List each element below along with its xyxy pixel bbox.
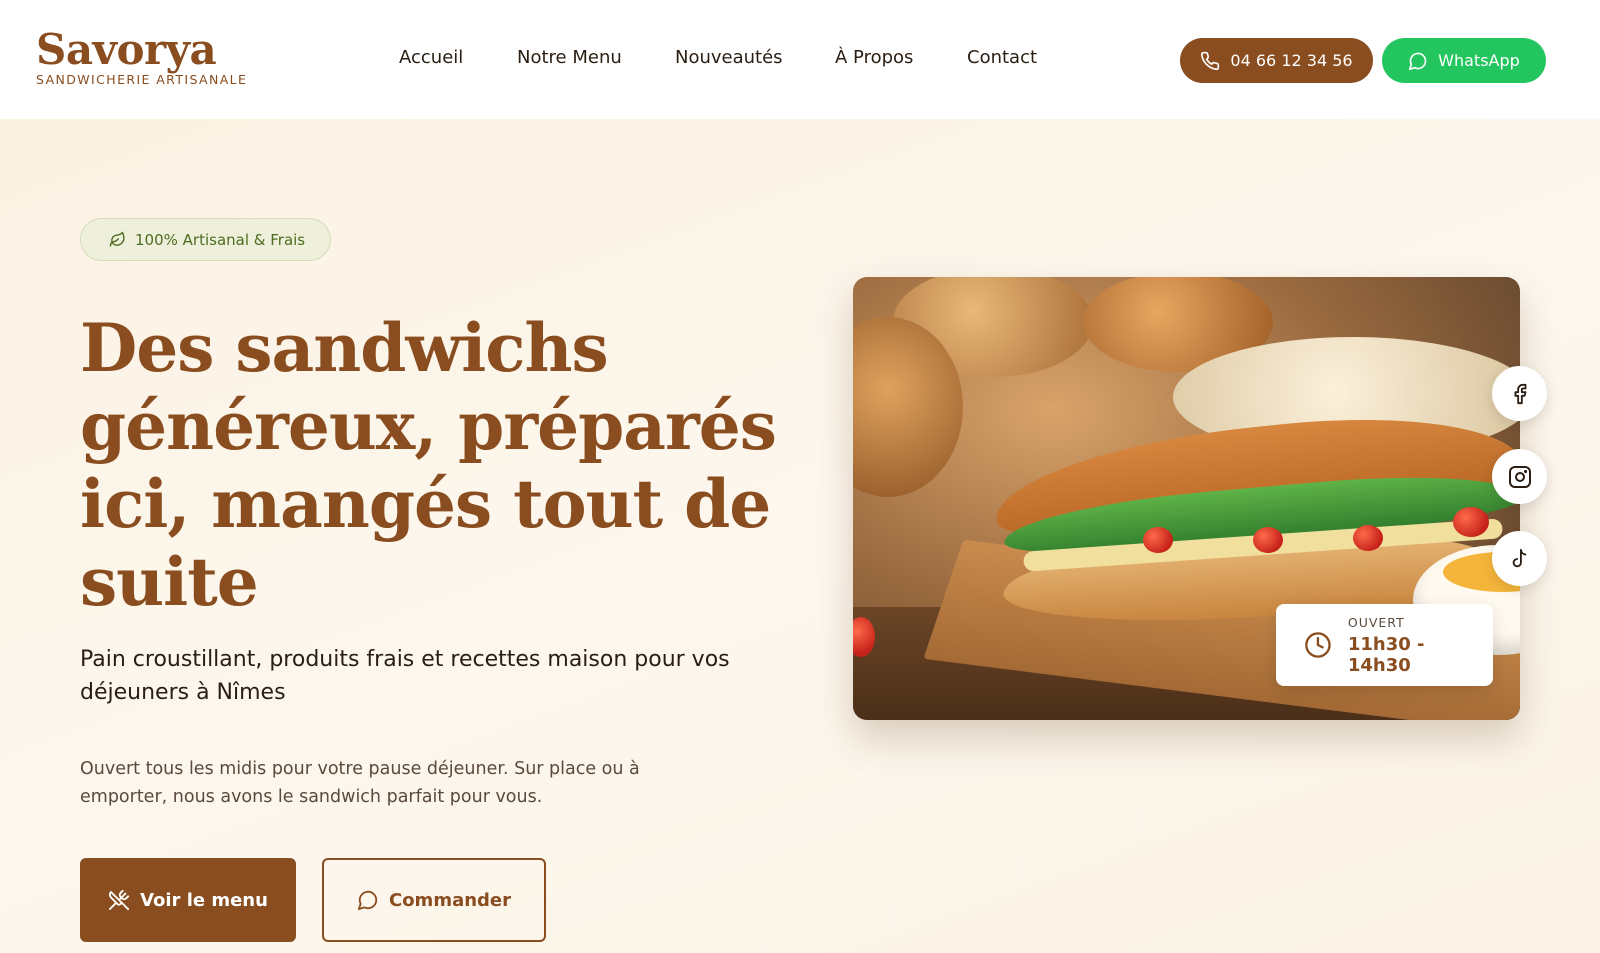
- leaf-icon: [109, 231, 125, 247]
- hero-subheadline: Pain croustillant, produits frais et rec…: [80, 647, 730, 705]
- opening-hours-card: OUVERT 11h30 - 14h30: [1276, 604, 1493, 686]
- facebook-button[interactable]: [1492, 366, 1547, 421]
- view-menu-button[interactable]: Voir le menu: [80, 858, 296, 942]
- hours-label: OUVERT: [1347, 614, 1405, 630]
- whatsapp-button[interactable]: WhatsApp: [1382, 38, 1546, 83]
- chat-bubble-icon: [357, 890, 378, 911]
- instagram-icon: [1508, 465, 1531, 488]
- tiktok-icon: [1512, 548, 1526, 567]
- hero-description: Ouvert tous les midis pour votre pause d…: [80, 759, 640, 807]
- nav-item-menu[interactable]: Notre Menu: [517, 47, 622, 68]
- facebook-icon: [1514, 383, 1526, 404]
- nav-item-nouveautes[interactable]: Nouveautés: [675, 47, 783, 68]
- order-label: Commander: [388, 889, 512, 911]
- utensils-crossed-icon: [109, 889, 130, 911]
- chat-bubble-icon: [1409, 52, 1427, 70]
- hours-time: 11h30 - 14h30: [1347, 633, 1425, 676]
- badge-label: 100% Artisanal & Frais: [135, 230, 306, 249]
- nav-item-a-propos[interactable]: À Propos: [835, 47, 913, 68]
- clock-icon: [1305, 632, 1331, 658]
- logo-title: Savorya: [36, 25, 217, 74]
- tiktok-button[interactable]: [1492, 531, 1547, 586]
- nav-item-accueil[interactable]: Accueil: [399, 47, 463, 68]
- whatsapp-label: WhatsApp: [1438, 51, 1520, 70]
- view-menu-label: Voir le menu: [140, 889, 268, 911]
- order-button[interactable]: Commander: [322, 858, 546, 942]
- phone-button[interactable]: 04 66 12 34 56: [1180, 38, 1373, 83]
- phone-icon: [1201, 51, 1220, 70]
- logo[interactable]: Savorya SANDWICHERIE ARTISANALE: [36, 25, 248, 88]
- site-header: Savorya SANDWICHERIE ARTISANALE Accueil …: [0, 0, 1600, 119]
- artisanal-badge: 100% Artisanal & Frais: [80, 218, 331, 261]
- nav-item-contact[interactable]: Contact: [967, 47, 1037, 68]
- instagram-button[interactable]: [1492, 449, 1547, 504]
- hero-headline: Des sandwichs généreux, préparés ici, ma…: [80, 309, 777, 621]
- logo-tagline: SANDWICHERIE ARTISANALE: [36, 72, 248, 87]
- phone-number: 04 66 12 34 56: [1230, 51, 1353, 70]
